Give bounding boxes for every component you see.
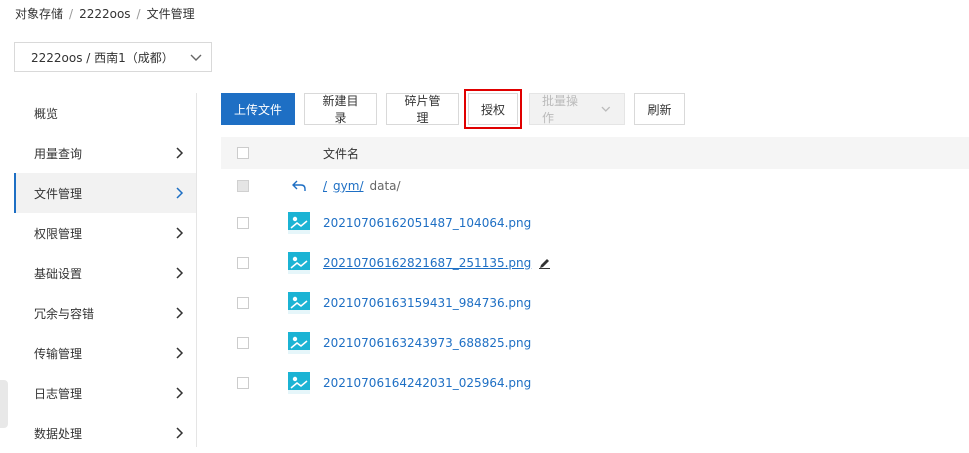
sidebar-item-label: 冗余与容错 xyxy=(34,306,95,321)
collapse-handle[interactable] xyxy=(0,380,8,428)
sidebar-item-overview[interactable]: 概览 xyxy=(14,93,196,133)
back-icon-wrapper[interactable] xyxy=(275,180,323,192)
new-directory-button[interactable]: 新建目录 xyxy=(304,93,377,125)
file-name-link[interactable]: 20210706163159431_984736.png xyxy=(323,296,531,310)
image-file-icon xyxy=(288,292,310,314)
sidebar-item-transfer-management[interactable]: 传输管理 xyxy=(14,333,196,373)
path-gym-link[interactable]: gym/ xyxy=(333,179,363,193)
batch-operation-button: 批量操作 xyxy=(529,93,625,125)
toolbar: 上传文件 新建目录 碎片管理 授权 批量操作 刷新 xyxy=(221,89,685,129)
sidebar-item-data-processing[interactable]: 数据处理 xyxy=(14,413,196,453)
breadcrumb-item-object-storage[interactable]: 对象存储 xyxy=(15,5,63,22)
breadcrumb-item-file-management: 文件管理 xyxy=(146,7,195,21)
sidebar-item-usage-query[interactable]: 用量查询 xyxy=(14,133,196,173)
file-name-link[interactable]: 20210706164242031_025964.png xyxy=(323,376,531,390)
table-row[interactable]: 20210706164242031_025964.png xyxy=(221,363,969,403)
row-checkbox[interactable] xyxy=(237,297,249,309)
image-file-icon xyxy=(288,372,310,394)
edit-pencil-icon[interactable] xyxy=(539,258,551,269)
bucket-select-value: 2222oos / 西南1（成都） xyxy=(31,50,174,65)
bucket-select[interactable]: 2222oos / 西南1（成都） xyxy=(14,42,212,72)
table-header: 文件名 xyxy=(221,137,969,169)
select-all-checkbox[interactable] xyxy=(237,147,249,159)
fragment-management-button[interactable]: 碎片管理 xyxy=(386,93,459,125)
sidebar: 概览 用量查询 文件管理 权限管理 基础设置 冗余与容错 传输管理 日志管理 数… xyxy=(14,93,197,447)
chevron-down-icon xyxy=(190,54,202,61)
chevron-right-icon xyxy=(176,347,184,359)
file-icon-wrapper xyxy=(275,372,323,394)
batch-operation-label: 批量操作 xyxy=(542,94,579,125)
table-row[interactable]: 20210706163243973_688825.png xyxy=(221,323,969,363)
file-icon-wrapper xyxy=(275,292,323,314)
image-file-icon xyxy=(288,332,310,354)
row-checkbox[interactable] xyxy=(237,257,249,269)
sidebar-item-label: 传输管理 xyxy=(34,346,83,361)
back-arrow-icon[interactable] xyxy=(292,180,306,192)
file-name-link[interactable]: 20210706162051487_104064.png xyxy=(323,216,531,230)
sidebar-item-label: 基础设置 xyxy=(34,266,83,281)
authorize-button[interactable]: 授权 xyxy=(464,89,522,129)
path-row-checkbox xyxy=(237,180,249,192)
table-row[interactable]: 20210706162051487_104064.png xyxy=(221,203,969,243)
refresh-button[interactable]: 刷新 xyxy=(634,93,685,125)
file-icon-wrapper xyxy=(275,252,323,274)
chevron-right-icon xyxy=(176,187,184,199)
chevron-right-icon xyxy=(176,227,184,239)
chevron-right-icon xyxy=(176,147,184,159)
sidebar-item-file-management[interactable]: 文件管理 xyxy=(14,173,196,213)
table-row[interactable]: 20210706163159431_984736.png xyxy=(221,283,969,323)
breadcrumb: 对象存储 / 2222oos / 文件管理 xyxy=(15,5,195,22)
path-row: / gym/ data/ xyxy=(221,169,969,203)
breadcrumb-item-bucket[interactable]: 2222oos xyxy=(79,7,130,21)
sidebar-item-label: 日志管理 xyxy=(34,386,83,401)
path-breadcrumb: / gym/ data/ xyxy=(323,179,401,193)
sidebar-item-log-management[interactable]: 日志管理 xyxy=(14,373,196,413)
image-file-icon xyxy=(288,212,310,234)
table-row[interactable]: 20210706162821687_251135.png xyxy=(221,243,969,283)
upload-file-button[interactable]: 上传文件 xyxy=(221,93,295,125)
row-checkbox[interactable] xyxy=(237,337,249,349)
breadcrumb-separator: / xyxy=(69,6,74,21)
file-icon-wrapper xyxy=(275,332,323,354)
sidebar-item-label: 数据处理 xyxy=(34,426,83,441)
sidebar-item-redundancy[interactable]: 冗余与容错 xyxy=(14,293,196,333)
chevron-right-icon xyxy=(176,387,184,399)
file-table: 文件名 / gym/ data/ 20210706162051487_10406… xyxy=(221,137,969,403)
chevron-down-icon xyxy=(601,106,611,112)
sidebar-item-label: 用量查询 xyxy=(34,146,83,161)
chevron-right-icon xyxy=(176,267,184,279)
sidebar-item-basic-settings[interactable]: 基础设置 xyxy=(14,253,196,293)
file-name-link[interactable]: 20210706162821687_251135.png xyxy=(323,256,531,270)
sidebar-item-label: 权限管理 xyxy=(34,226,83,241)
sidebar-item-permission-management[interactable]: 权限管理 xyxy=(14,213,196,253)
sidebar-item-label: 文件管理 xyxy=(34,186,83,201)
row-checkbox[interactable] xyxy=(237,217,249,229)
file-name-link[interactable]: 20210706163243973_688825.png xyxy=(323,336,531,350)
sidebar-item-label: 概览 xyxy=(34,106,59,121)
column-header-filename: 文件名 xyxy=(323,146,360,161)
path-current: data/ xyxy=(369,179,401,193)
image-file-icon xyxy=(288,252,310,274)
file-icon-wrapper xyxy=(275,212,323,234)
breadcrumb-separator: / xyxy=(136,6,141,21)
chevron-right-icon xyxy=(176,427,184,439)
row-checkbox[interactable] xyxy=(237,377,249,389)
path-root-link[interactable]: / xyxy=(323,179,327,193)
chevron-right-icon xyxy=(176,307,184,319)
